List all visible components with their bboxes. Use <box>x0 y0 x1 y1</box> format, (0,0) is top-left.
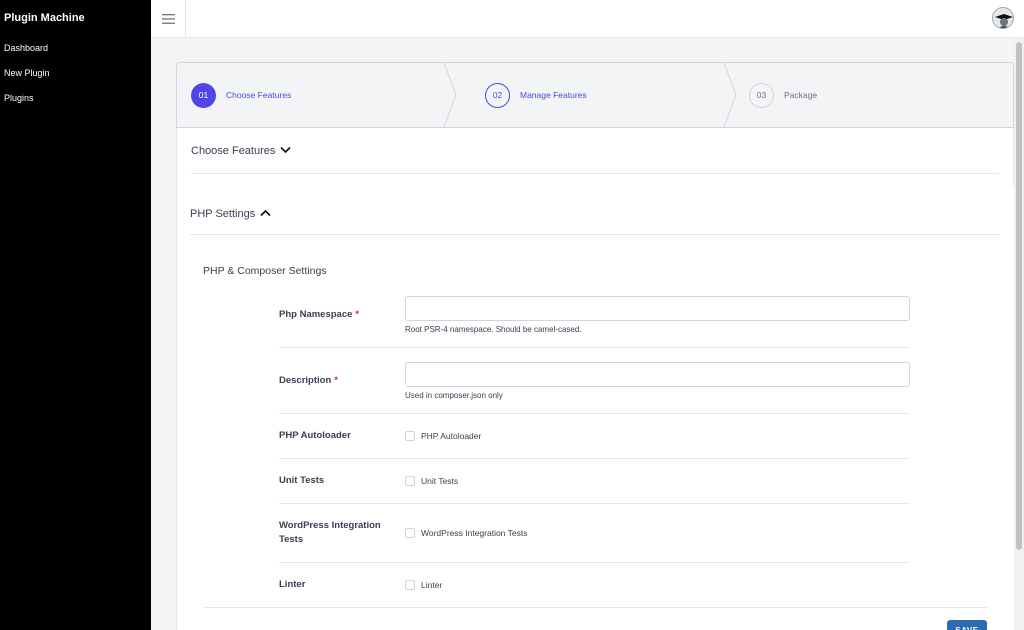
wp-integration-checkbox[interactable] <box>405 528 415 538</box>
step-label: Package <box>784 90 818 100</box>
namespace-help: Root PSR-4 namespace. Should be camel-ca… <box>405 325 582 334</box>
wp-integration-label: WordPress Integration Tests <box>279 520 381 545</box>
form-row-description: Description * Used in composer.json only <box>279 348 910 414</box>
linter-checkbox-field[interactable]: Linter <box>405 580 442 590</box>
autoloader-checkbox-label[interactable]: PHP Autoloader <box>421 431 481 441</box>
form-row-wp-integration: WordPress Integration Tests WordPress In… <box>279 504 910 563</box>
step-number: 02 <box>485 82 510 108</box>
php-settings-header[interactable]: PHP Settings <box>190 194 1000 235</box>
chevron-up-icon[interactable] <box>260 208 271 220</box>
form-title: PHP & Composer Settings <box>203 265 327 277</box>
sidebar: Plugin Machine Dashboard New Plugin Plug… <box>0 0 151 630</box>
autoloader-checkbox-field[interactable]: PHP Autoloader <box>405 431 481 441</box>
save-button[interactable]: SAVE <box>947 620 987 630</box>
required-marker: * <box>334 375 338 386</box>
sidebar-nav: Dashboard New Plugin Plugins <box>0 36 151 111</box>
form-row-namespace: Php Namespace * Root PSR-4 namespace. Sho… <box>279 290 910 348</box>
form-row-linter: Linter Linter <box>279 563 910 607</box>
unit-tests-checkbox[interactable] <box>405 476 415 486</box>
form-row-autoloader: PHP Autoloader PHP Autoloader <box>279 414 910 459</box>
hamburger-icon[interactable] <box>151 0 186 38</box>
linter-checkbox[interactable] <box>405 580 415 590</box>
step-number: 01 <box>191 82 216 108</box>
step-label: Choose Features <box>226 90 292 100</box>
topbar <box>151 0 1024 38</box>
stepper: 01 Choose Features 02 Manage Features 03… <box>176 62 1014 128</box>
section-title: PHP Settings <box>190 208 256 220</box>
brand-title: Plugin Machine <box>4 12 85 24</box>
unit-tests-checkbox-field[interactable]: Unit Tests <box>405 476 458 486</box>
autoloader-checkbox[interactable] <box>405 431 415 441</box>
namespace-input[interactable] <box>405 296 910 321</box>
user-avatar[interactable] <box>992 7 1014 29</box>
step-number: 03 <box>749 82 774 108</box>
step-separator-icon <box>723 63 737 127</box>
description-input[interactable] <box>405 362 910 387</box>
linter-checkbox-label[interactable]: Linter <box>421 580 442 590</box>
step-label: Manage Features <box>520 90 587 100</box>
namespace-label: Php Namespace * <box>279 309 360 320</box>
form-divider <box>203 607 987 608</box>
choose-features-panel: Choose Features <box>176 128 1014 186</box>
description-label: Description * <box>279 375 338 386</box>
wp-integration-checkbox-field[interactable]: WordPress Integration Tests <box>405 528 527 538</box>
step-choose-features[interactable]: 01 Choose Features <box>191 63 291 127</box>
chevron-down-icon[interactable] <box>280 145 291 157</box>
sidebar-item-dashboard[interactable]: Dashboard <box>0 36 151 61</box>
description-help: Used in composer.json only <box>405 391 503 400</box>
wp-integration-checkbox-label[interactable]: WordPress Integration Tests <box>421 528 527 538</box>
linter-label: Linter <box>279 579 306 590</box>
scrollbar-thumb[interactable] <box>1016 42 1022 550</box>
sidebar-item-plugins[interactable]: Plugins <box>0 86 151 111</box>
unit-tests-checkbox-label[interactable]: Unit Tests <box>421 476 458 486</box>
autoloader-label: PHP Autoloader <box>279 430 351 441</box>
required-marker: * <box>355 309 360 320</box>
step-separator-icon <box>443 63 457 127</box>
form-row-unit-tests: Unit Tests Unit Tests <box>279 459 910 504</box>
unit-tests-label: Unit Tests <box>279 475 325 486</box>
section-title: Choose Features <box>191 144 276 157</box>
step-package[interactable]: 03 Package <box>749 63 817 127</box>
page-scrollbar[interactable] <box>1014 38 1024 630</box>
sidebar-item-new-plugin[interactable]: New Plugin <box>0 61 151 86</box>
step-manage-features[interactable]: 02 Manage Features <box>485 63 587 127</box>
choose-features-header[interactable]: Choose Features <box>191 128 999 174</box>
